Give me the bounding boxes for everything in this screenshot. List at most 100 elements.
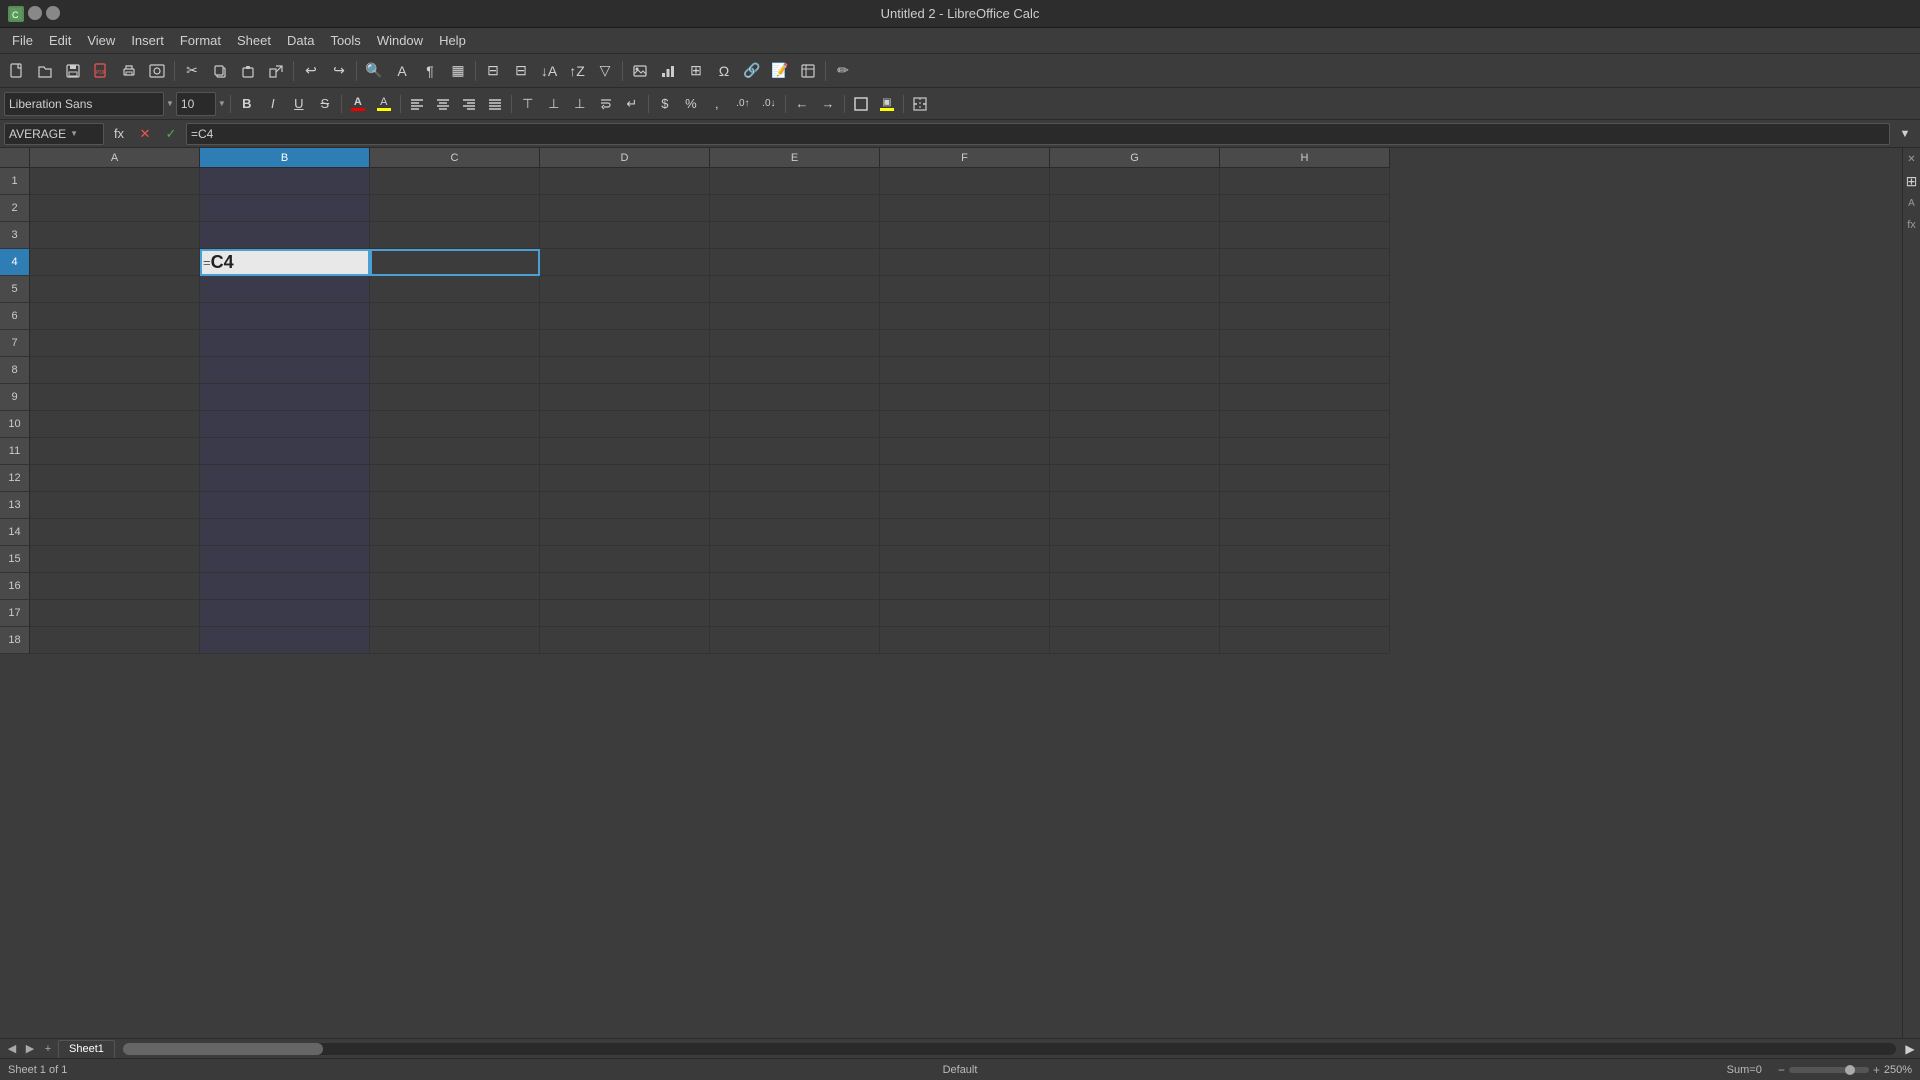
align-middle-button[interactable]: ⊥ — [542, 92, 566, 116]
cell-C17[interactable] — [370, 600, 540, 627]
col-header-B[interactable]: B — [200, 148, 370, 168]
background-color-button[interactable]: ▣ — [875, 92, 899, 116]
cell-D7[interactable] — [540, 330, 710, 357]
name-box[interactable]: AVERAGE ▼ — [4, 123, 104, 145]
paste-button[interactable] — [235, 58, 261, 84]
font-size-input[interactable]: 10 — [176, 92, 216, 116]
cell-G10[interactable] — [1050, 411, 1220, 438]
cancel-formula-button[interactable]: ✕ — [134, 123, 156, 145]
menu-help[interactable]: Help — [431, 30, 474, 51]
cell-A9[interactable] — [30, 384, 200, 411]
menu-data[interactable]: Data — [279, 30, 322, 51]
cell-H15[interactable] — [1220, 546, 1390, 573]
hyperlink-button[interactable]: 🔗 — [739, 58, 765, 84]
cell-C11[interactable] — [370, 438, 540, 465]
scroll-left-button[interactable]: ◀ — [4, 1041, 20, 1057]
row-num-14[interactable]: 14 — [0, 519, 30, 546]
row-num-18[interactable]: 18 — [0, 627, 30, 654]
panel-close-icon[interactable]: ✕ — [1905, 152, 1919, 166]
cell-E2[interactable] — [710, 195, 880, 222]
insert-table-button[interactable]: ⊞ — [683, 58, 709, 84]
cell-H9[interactable] — [1220, 384, 1390, 411]
percent-button[interactable]: % — [679, 92, 703, 116]
cell-E6[interactable] — [710, 303, 880, 330]
cell-D18[interactable] — [540, 627, 710, 654]
col-header-A[interactable]: A — [30, 148, 200, 168]
cut-button[interactable]: ✂ — [179, 58, 205, 84]
cell-A10[interactable] — [30, 411, 200, 438]
cell-C1[interactable] — [370, 168, 540, 195]
cell-G7[interactable] — [1050, 330, 1220, 357]
cell-E10[interactable] — [710, 411, 880, 438]
menu-file[interactable]: File — [4, 30, 41, 51]
merge-button[interactable] — [908, 92, 932, 116]
formula-expand-button[interactable]: ▼ — [1894, 123, 1916, 145]
open-button[interactable] — [32, 58, 58, 84]
sheet1-tab[interactable]: Sheet1 — [58, 1040, 115, 1058]
cell-A1[interactable] — [30, 168, 200, 195]
cell-F10[interactable] — [880, 411, 1050, 438]
col-header-F[interactable]: F — [880, 148, 1050, 168]
cell-F2[interactable] — [880, 195, 1050, 222]
zoom-out-button[interactable]: − — [1778, 1063, 1785, 1077]
scroll-right-end-button[interactable]: ▶ — [1900, 1042, 1920, 1056]
row-num-5[interactable]: 5 — [0, 276, 30, 303]
cell-F17[interactable] — [880, 600, 1050, 627]
panel-fx-icon[interactable]: fx — [1905, 218, 1919, 232]
cell-C14[interactable] — [370, 519, 540, 546]
cell-F13[interactable] — [880, 492, 1050, 519]
cell-G12[interactable] — [1050, 465, 1220, 492]
col-header-E[interactable]: E — [710, 148, 880, 168]
cell-E4[interactable] — [710, 249, 880, 276]
scrollbar-thumb[interactable] — [123, 1043, 323, 1055]
cell-B8[interactable] — [200, 357, 370, 384]
zoom-slider[interactable] — [1789, 1067, 1869, 1073]
bold-button[interactable]: B — [235, 92, 259, 116]
cell-E11[interactable] — [710, 438, 880, 465]
cell-C7[interactable] — [370, 330, 540, 357]
row-num-7[interactable]: 7 — [0, 330, 30, 357]
cell-B16[interactable] — [200, 573, 370, 600]
cell-F14[interactable] — [880, 519, 1050, 546]
cell-C8[interactable] — [370, 357, 540, 384]
cell-G14[interactable] — [1050, 519, 1220, 546]
cell-E1[interactable] — [710, 168, 880, 195]
row-num-10[interactable]: 10 — [0, 411, 30, 438]
cell-C16[interactable] — [370, 573, 540, 600]
cell-F7[interactable] — [880, 330, 1050, 357]
minimize-button[interactable] — [28, 6, 42, 20]
currency-button[interactable]: $ — [653, 92, 677, 116]
cell-F3[interactable] — [880, 222, 1050, 249]
cell-B6[interactable] — [200, 303, 370, 330]
cell-H11[interactable] — [1220, 438, 1390, 465]
cell-B2[interactable] — [200, 195, 370, 222]
row-num-6[interactable]: 6 — [0, 303, 30, 330]
row-num-17[interactable]: 17 — [0, 600, 30, 627]
cell-D4[interactable] — [540, 249, 710, 276]
cell-B10[interactable] — [200, 411, 370, 438]
row-num-1[interactable]: 1 — [0, 168, 30, 195]
cell-D15[interactable] — [540, 546, 710, 573]
cell-E14[interactable] — [710, 519, 880, 546]
cell-C15[interactable] — [370, 546, 540, 573]
cell-G4[interactable] — [1050, 249, 1220, 276]
row-wrap-button[interactable]: ⊟ — [508, 58, 534, 84]
cell-G9[interactable] — [1050, 384, 1220, 411]
cell-A13[interactable] — [30, 492, 200, 519]
cell-A11[interactable] — [30, 438, 200, 465]
clone-format-button[interactable] — [263, 58, 289, 84]
cell-E13[interactable] — [710, 492, 880, 519]
cell-H1[interactable] — [1220, 168, 1390, 195]
cell-D2[interactable] — [540, 195, 710, 222]
cell-B12[interactable] — [200, 465, 370, 492]
cell-G3[interactable] — [1050, 222, 1220, 249]
find-button[interactable]: 🔍 — [361, 58, 387, 84]
align-right-button[interactable] — [457, 92, 481, 116]
cell-E12[interactable] — [710, 465, 880, 492]
cell-C13[interactable] — [370, 492, 540, 519]
cell-A7[interactable] — [30, 330, 200, 357]
wrap-text2-button[interactable]: ↵ — [620, 92, 644, 116]
cell-D17[interactable] — [540, 600, 710, 627]
cell-E18[interactable] — [710, 627, 880, 654]
row-num-13[interactable]: 13 — [0, 492, 30, 519]
